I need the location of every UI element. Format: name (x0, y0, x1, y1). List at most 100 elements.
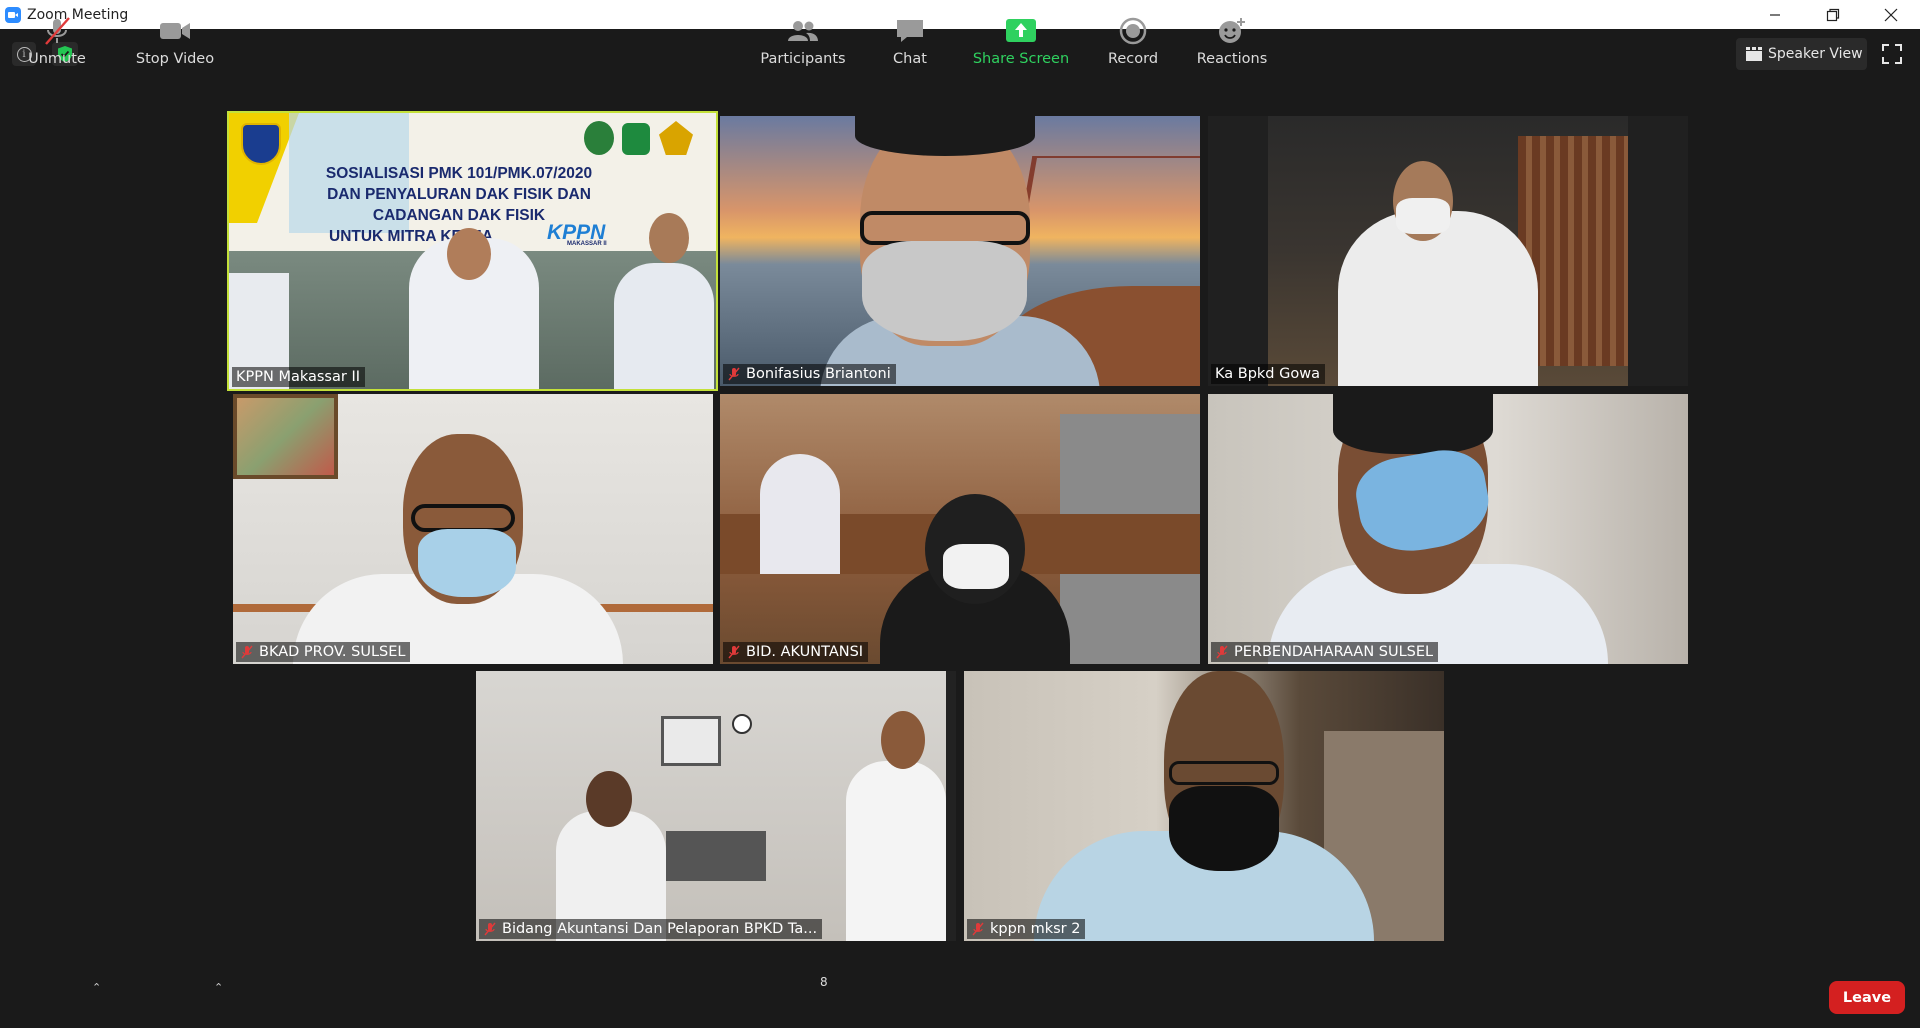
participant-name-label: BID. AKUNTANSI (723, 642, 869, 662)
muted-mic-icon (728, 645, 740, 659)
video-feed (476, 671, 956, 941)
video-feed: SOSIALISASI PMK 101/PMK.07/2020 DAN PENY… (229, 113, 716, 389)
title-bar: Zoom Meeting (0, 0, 1920, 29)
window-controls (1746, 0, 1920, 29)
desk-shape (666, 831, 766, 881)
fullscreen-icon (1882, 44, 1902, 64)
muted-mic-icon (1216, 645, 1228, 659)
person-head (447, 228, 491, 280)
stop-video-button[interactable]: Stop Video (132, 0, 218, 68)
muted-mic-icon (972, 922, 984, 936)
video-tile[interactable]: BKAD PROV. SULSEL (233, 394, 713, 664)
meeting-toolbar (0, 960, 1920, 1028)
face-mask (418, 529, 516, 597)
person-figure (760, 454, 840, 574)
clock-shape (732, 714, 752, 734)
audio-options-chevron-icon[interactable]: ⌃ (92, 981, 101, 994)
participant-name-label: kppn mksr 2 (967, 919, 1086, 939)
painting-shape (233, 394, 338, 479)
participants-count: 8 (820, 975, 828, 989)
stop-video-label: Stop Video (135, 51, 215, 67)
banner-line-2: DAN PENYALURAN DAK FISIK DAN (327, 186, 591, 203)
participants-button[interactable]: Participants (760, 0, 846, 68)
zoom-app-icon (5, 6, 21, 23)
regional-logo-icon (659, 121, 693, 155)
muted-mic-icon (728, 367, 740, 381)
record-label: Record (1107, 51, 1159, 67)
speaker-view-button[interactable]: Speaker View (1736, 38, 1867, 70)
record-button[interactable]: Record (1102, 0, 1164, 68)
hair-shape (855, 116, 1035, 156)
participants-icon (788, 21, 818, 41)
minimize-icon (1770, 13, 1780, 16)
video-feed (720, 116, 1200, 386)
restore-button[interactable] (1804, 0, 1862, 29)
wall-edge (946, 671, 956, 941)
video-tile[interactable]: Ka Bpkd Gowa (1208, 116, 1688, 386)
face-mask (1169, 786, 1279, 871)
participant-name-label: KPPN Makassar II (232, 367, 365, 387)
video-feed (720, 394, 1200, 664)
participant-name-label: Bonifasius Briantoni (723, 364, 896, 384)
face-mask (862, 241, 1027, 341)
muted-mic-icon (45, 17, 70, 45)
participants-label: Participants (760, 51, 846, 67)
video-tile[interactable]: BID. AKUNTANSI (720, 394, 1200, 664)
close-icon (1884, 8, 1898, 21)
kppn-logo-sub: MAKASSAR II (567, 241, 607, 247)
leave-button[interactable]: Leave (1829, 981, 1905, 1014)
participant-name-label: Bidang Akuntansi Dan Pelaporan BPKD Ta..… (479, 919, 823, 939)
participant-name-label: PERBENDAHARAAN SULSEL (1211, 642, 1439, 662)
glasses-shape (411, 504, 515, 532)
bridge-shape (1007, 156, 1200, 296)
video-tile[interactable]: Bonifasius Briantoni (720, 116, 1200, 386)
video-tile[interactable]: Bidang Akuntansi Dan Pelaporan BPKD Ta..… (476, 671, 956, 941)
window-shape (661, 716, 721, 766)
regional-logo-icon (622, 123, 650, 155)
video-feed (233, 394, 713, 664)
person-figure (846, 761, 946, 941)
minimize-button[interactable] (1746, 0, 1804, 29)
participant-name-label: Ka Bpkd Gowa (1211, 364, 1325, 384)
person-head (586, 771, 632, 827)
hair-shape (1333, 394, 1493, 454)
face-mask (943, 544, 1009, 589)
face-mask (1396, 198, 1450, 234)
chat-icon (897, 20, 923, 42)
video-camera-icon (160, 23, 190, 39)
muted-mic-icon (484, 922, 496, 936)
share-screen-icon (1006, 19, 1036, 42)
muted-mic-icon (241, 645, 253, 659)
close-button[interactable] (1862, 0, 1920, 29)
video-options-chevron-icon[interactable]: ⌃ (214, 981, 223, 994)
speaker-view-label: Speaker View (1768, 46, 1863, 62)
chat-label: Chat (893, 51, 927, 67)
video-tile[interactable]: PERBENDAHARAAN SULSEL (1208, 394, 1688, 664)
reactions-button[interactable]: Reactions (1194, 0, 1270, 68)
fullscreen-button[interactable] (1880, 42, 1904, 66)
video-feed (1208, 394, 1688, 664)
reactions-label: Reactions (1196, 51, 1268, 67)
person-head (881, 711, 925, 769)
banner-line-1: SOSIALISASI PMK 101/PMK.07/2020 (325, 165, 593, 182)
kppn-logo: KPPN MAKASSAR II (547, 221, 607, 247)
glasses-shape (1169, 761, 1279, 785)
share-screen-label: Share Screen (972, 51, 1070, 67)
unmute-button[interactable]: Unmute (22, 0, 92, 68)
person-figure (614, 263, 714, 389)
share-screen-button[interactable]: Share Screen (970, 0, 1072, 68)
video-tile[interactable]: SOSIALISASI PMK 101/PMK.07/2020 DAN PENY… (227, 111, 718, 391)
reactions-smiley-icon (1219, 18, 1245, 43)
video-feed (1268, 116, 1628, 386)
regional-logo-icon (584, 121, 614, 155)
glasses-shape (860, 211, 1030, 245)
restore-icon (1826, 8, 1840, 21)
video-tile[interactable]: kppn mksr 2 (964, 671, 1444, 941)
speaker-view-icon (1746, 47, 1762, 61)
unmute-label: Unmute (28, 51, 86, 67)
chat-button[interactable]: Chat (880, 0, 940, 68)
video-feed (964, 671, 1444, 941)
participant-name-label: BKAD PROV. SULSEL (236, 642, 411, 662)
record-icon (1119, 17, 1147, 45)
ministry-logo-icon (241, 123, 281, 165)
